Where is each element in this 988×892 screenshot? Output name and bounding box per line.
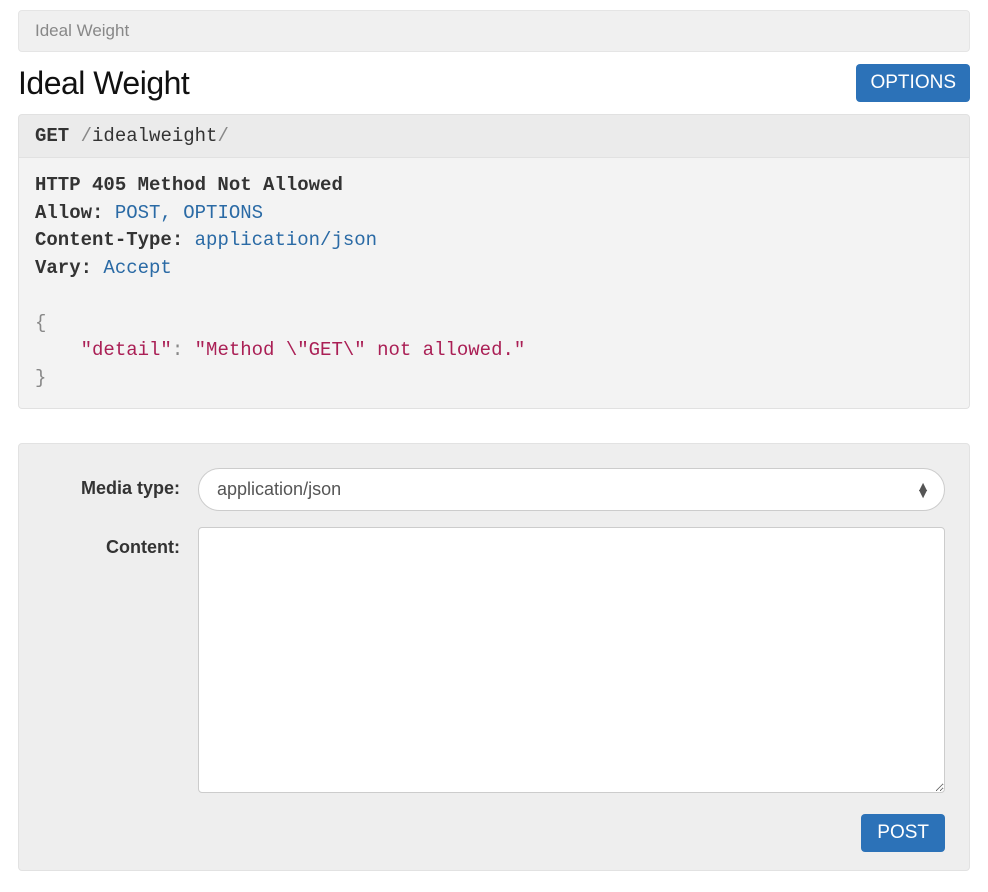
json-body-key: "detail" xyxy=(81,339,172,361)
title-row: Ideal Weight OPTIONS xyxy=(18,64,970,102)
content-label: Content: xyxy=(43,527,198,558)
options-button[interactable]: OPTIONS xyxy=(856,64,970,102)
json-body-colon: : xyxy=(172,339,183,361)
response-status-line: HTTP 405 Method Not Allowed xyxy=(35,174,343,196)
content-row: Content: xyxy=(43,527,945,798)
media-type-value: application/json xyxy=(217,479,341,499)
post-row: POST xyxy=(43,814,945,852)
header-vary-value: Accept xyxy=(103,257,171,279)
header-allow-value: POST, OPTIONS xyxy=(115,202,263,224)
page-title: Ideal Weight xyxy=(18,65,189,102)
media-type-select[interactable]: application/json ▲▼ xyxy=(198,468,945,511)
media-type-row: Media type: application/json ▲▼ xyxy=(43,468,945,511)
chevron-updown-icon: ▲▼ xyxy=(916,483,930,497)
media-type-label: Media type: xyxy=(43,468,198,499)
form-panel: Media type: application/json ▲▼ Content:… xyxy=(18,443,970,871)
path-segment: idealweight xyxy=(92,125,217,147)
response-panel: HTTP 405 Method Not Allowed Allow: POST,… xyxy=(18,158,970,409)
request-line: GET /idealweight/ xyxy=(18,114,970,158)
path-slash-end: / xyxy=(217,125,228,147)
content-textarea[interactable] xyxy=(198,527,945,793)
path-slash: / xyxy=(81,125,92,147)
json-body-value: "Method \"GET\" not allowed." xyxy=(195,339,526,361)
header-content-type-name: Content-Type: xyxy=(35,229,183,251)
http-method: GET xyxy=(35,125,69,147)
header-allow-name: Allow: xyxy=(35,202,103,224)
breadcrumb-label: Ideal Weight xyxy=(35,21,129,40)
header-vary-name: Vary: xyxy=(35,257,92,279)
header-content-type-value: application/json xyxy=(195,229,377,251)
breadcrumb: Ideal Weight xyxy=(18,10,970,52)
post-button[interactable]: POST xyxy=(861,814,945,852)
json-close-brace: } xyxy=(35,367,46,389)
json-open-brace: { xyxy=(35,312,46,334)
